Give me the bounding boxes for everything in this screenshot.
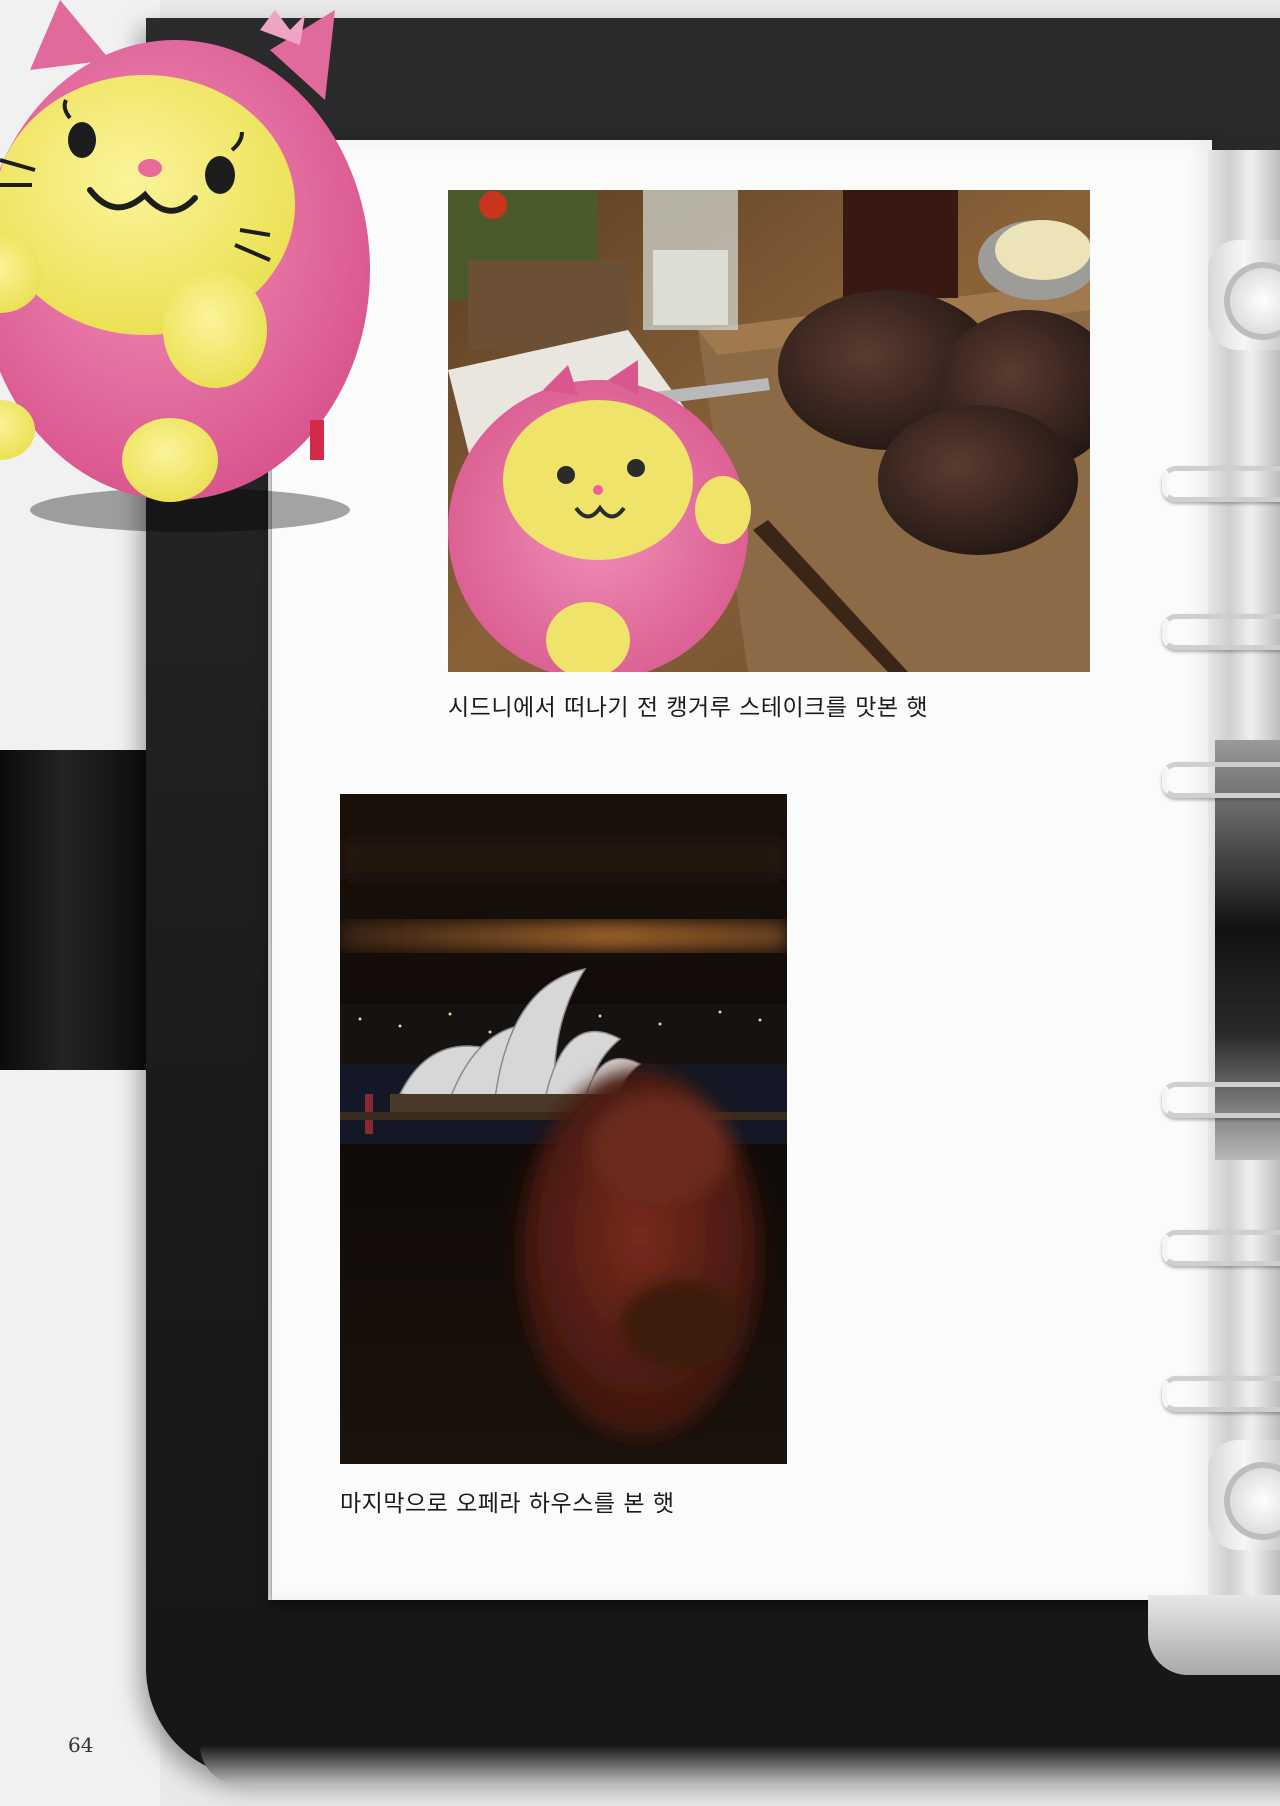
photo-caption: 마지막으로 오페라 하우스를 본 햇 xyxy=(340,1491,675,1517)
binder-clip-bottom xyxy=(1208,1440,1280,1550)
binder-ring xyxy=(1162,1082,1280,1118)
page-number: 64 xyxy=(68,1733,94,1757)
binder-ring xyxy=(1162,1230,1280,1266)
binder-ring xyxy=(1162,1376,1280,1412)
binder-ring xyxy=(1162,614,1280,650)
binder-clip-top xyxy=(1208,240,1280,350)
binder-ring xyxy=(1162,762,1280,798)
binder-ring xyxy=(1162,466,1280,502)
binder-board-edge xyxy=(200,1745,1280,1785)
photo-caption: 시드니에서 떠나기 전 캥거루 스테이크를 맛본 햇 xyxy=(448,695,929,721)
photo-steak-dinner xyxy=(448,190,1090,672)
plush-toy-icon xyxy=(0,0,370,532)
background-dark-strip xyxy=(0,750,160,1070)
photo-opera-house xyxy=(340,794,787,1464)
binder-foot xyxy=(1148,1595,1280,1675)
